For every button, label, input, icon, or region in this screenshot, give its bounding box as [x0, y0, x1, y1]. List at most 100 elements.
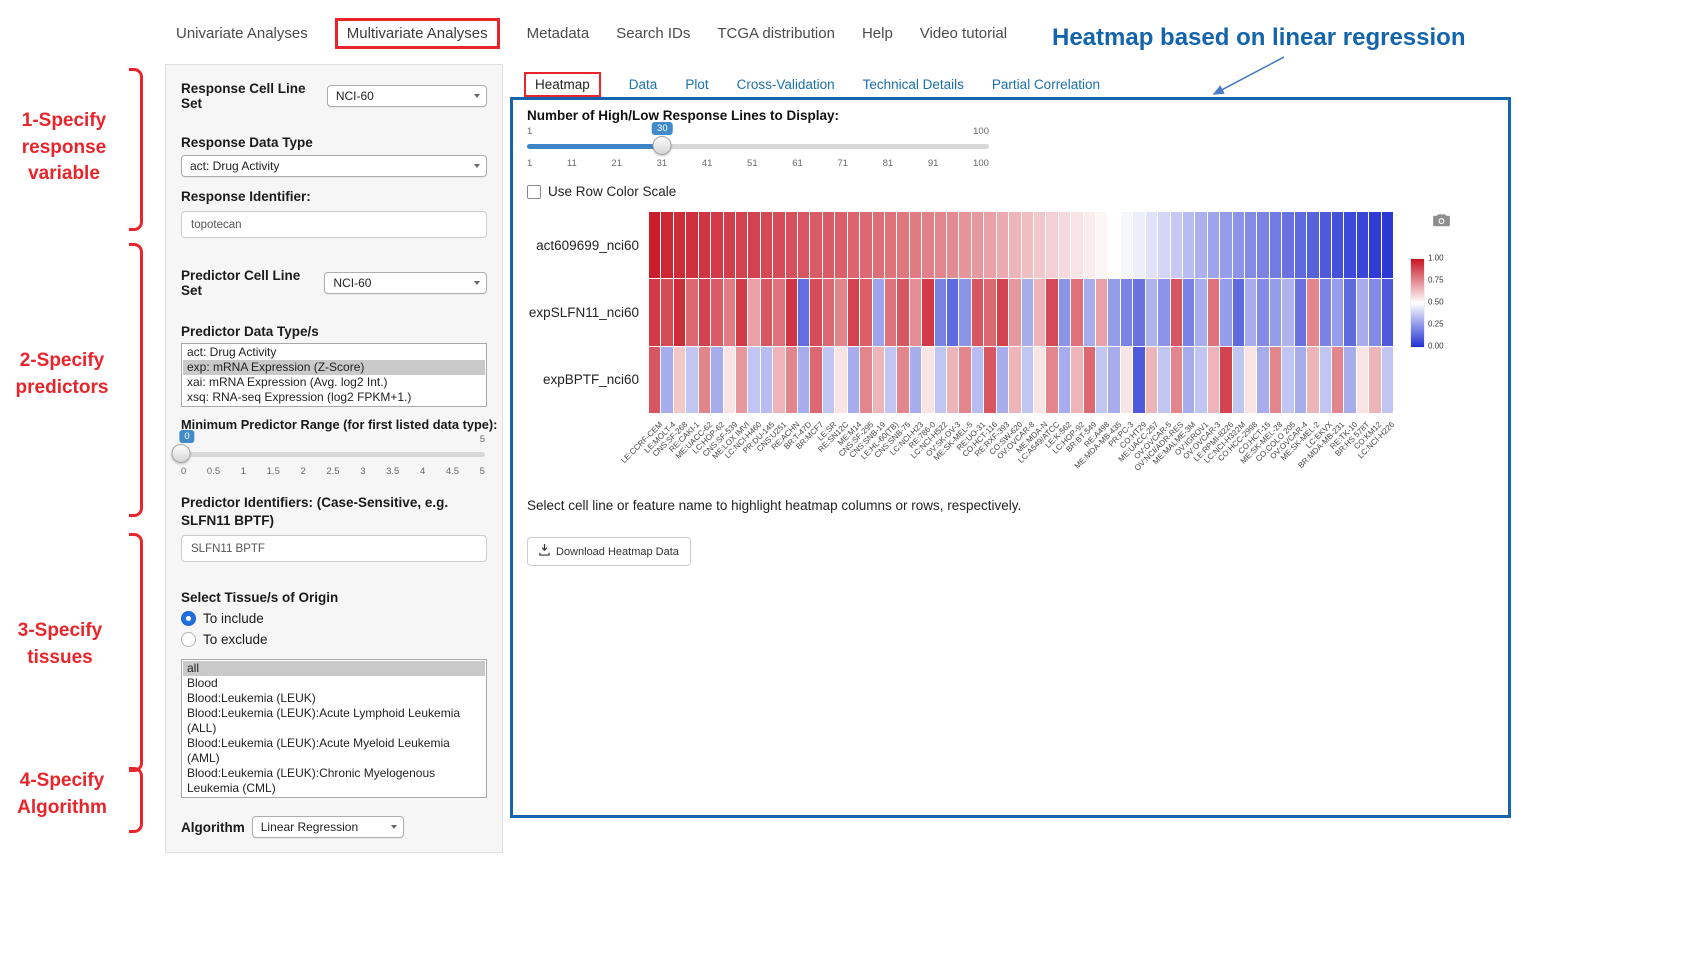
nav-item-help[interactable]: Help: [862, 25, 893, 42]
heatmap-cell[interactable]: [699, 347, 710, 413]
heatmap-cell[interactable]: [661, 347, 672, 413]
heatmap-cell[interactable]: [761, 347, 772, 413]
heatmap-cell[interactable]: [1096, 279, 1107, 345]
heatmap-cell[interactable]: [810, 347, 821, 413]
heatmap-cell[interactable]: [1046, 212, 1057, 278]
heatmap-cell[interactable]: [1270, 279, 1281, 345]
heatmap-cell[interactable]: [798, 347, 809, 413]
heatmap-cell[interactable]: [1382, 347, 1393, 413]
heatmap-cell[interactable]: [674, 279, 685, 345]
nav-item-video-tutorial[interactable]: Video tutorial: [920, 25, 1007, 42]
heatmap-cell[interactable]: [922, 347, 933, 413]
heatmap-cell[interactable]: [1183, 347, 1194, 413]
camera-icon[interactable]: [1433, 213, 1450, 232]
heatmap-cell[interactable]: [1022, 347, 1033, 413]
row-color-scale-checkbox[interactable]: [527, 185, 541, 199]
heatmap-cell[interactable]: [1146, 347, 1157, 413]
predictor-cell-line-set-select[interactable]: NCI-60: [324, 272, 487, 294]
download-heatmap-button[interactable]: Download Heatmap Data: [527, 537, 691, 566]
tab-technical-details[interactable]: Technical Details: [863, 77, 964, 92]
predictor-type-option[interactable]: act: Drug Activity: [183, 345, 485, 360]
radio-to-include[interactable]: To include: [181, 611, 487, 626]
heatmap-cell[interactable]: [1096, 347, 1107, 413]
heatmap-cell[interactable]: [810, 279, 821, 345]
heatmap-cell[interactable]: [761, 279, 772, 345]
heatmap-cell[interactable]: [984, 212, 995, 278]
heatmap-cell[interactable]: [1257, 347, 1268, 413]
heatmap-cell[interactable]: [1220, 212, 1231, 278]
heatmap-cell[interactable]: [885, 279, 896, 345]
heatmap-cell[interactable]: [1208, 212, 1219, 278]
heatmap-cell[interactable]: [748, 347, 759, 413]
heatmap-cell[interactable]: [860, 347, 871, 413]
heatmap-cell[interactable]: [947, 212, 958, 278]
heatmap-cell[interactable]: [1344, 212, 1355, 278]
tissue-option[interactable]: Blood: [183, 676, 485, 691]
heatmap-cell[interactable]: [873, 347, 884, 413]
heatmap-cell[interactable]: [922, 279, 933, 345]
heatmap-cell[interactable]: [736, 347, 747, 413]
heatmap-cell[interactable]: [1369, 212, 1380, 278]
heatmap-cell[interactable]: [1022, 279, 1033, 345]
heatmap-cell[interactable]: [823, 212, 834, 278]
heatmap-cell[interactable]: [1034, 279, 1045, 345]
tissue-option[interactable]: all: [183, 661, 485, 676]
heatmap-cell[interactable]: [1257, 279, 1268, 345]
heatmap-cell[interactable]: [885, 347, 896, 413]
heatmap-cell[interactable]: [1332, 212, 1343, 278]
predictor-identifiers-input[interactable]: [181, 535, 487, 562]
heatmap-cell[interactable]: [848, 279, 859, 345]
heatmap-cell[interactable]: [1084, 212, 1095, 278]
heatmap-cell[interactable]: [1233, 347, 1244, 413]
heatmap-cell[interactable]: [1220, 279, 1231, 345]
heatmap-cell[interactable]: [910, 279, 921, 345]
heatmap-cell[interactable]: [873, 212, 884, 278]
heatmap-cell[interactable]: [1034, 212, 1045, 278]
heatmap-cell[interactable]: [1195, 279, 1206, 345]
response-identifier-input[interactable]: [181, 211, 487, 238]
heatmap-cell[interactable]: [1158, 279, 1169, 345]
heatmap-cell[interactable]: [1183, 212, 1194, 278]
heatmap-cell[interactable]: [1195, 212, 1206, 278]
algorithm-select[interactable]: Linear Regression: [252, 816, 404, 838]
heatmap-cell[interactable]: [1034, 347, 1045, 413]
heatmap-cell[interactable]: [1320, 279, 1331, 345]
heatmap-cell[interactable]: [649, 212, 660, 278]
heatmap-cell[interactable]: [1195, 347, 1206, 413]
heatmap-cell[interactable]: [1171, 347, 1182, 413]
heatmap-cell[interactable]: [1084, 347, 1095, 413]
range-slider-track[interactable]: [181, 452, 485, 457]
nav-item-metadata[interactable]: Metadata: [527, 25, 590, 42]
heatmap-cell[interactable]: [984, 279, 995, 345]
heatmap-cell[interactable]: [1059, 212, 1070, 278]
lines-slider[interactable]: 1 100 30 1112131415161718191100: [527, 126, 989, 174]
heatmap-cell[interactable]: [1270, 347, 1281, 413]
heatmap-cell[interactable]: [1245, 279, 1256, 345]
response-cell-line-set-select[interactable]: NCI-60: [327, 85, 487, 107]
tab-partial-correlation[interactable]: Partial Correlation: [992, 77, 1100, 92]
heatmap-cell[interactable]: [1009, 212, 1020, 278]
heatmap-cell[interactable]: [1357, 347, 1368, 413]
heatmap-cell[interactable]: [1233, 212, 1244, 278]
heatmap-cell[interactable]: [984, 347, 995, 413]
heatmap-cell[interactable]: [1295, 212, 1306, 278]
heatmap-cell[interactable]: [1282, 347, 1293, 413]
row-color-scale-row[interactable]: Use Row Color Scale: [527, 184, 676, 199]
heatmap-cell[interactable]: [935, 279, 946, 345]
heatmap-cell[interactable]: [1282, 212, 1293, 278]
heatmap-cell[interactable]: [711, 347, 722, 413]
heatmap-cell[interactable]: [972, 279, 983, 345]
heatmap-cell[interactable]: [748, 212, 759, 278]
heatmap-cell[interactable]: [661, 212, 672, 278]
heatmap-cell[interactable]: [1071, 347, 1082, 413]
heatmap-cell[interactable]: [1357, 212, 1368, 278]
heatmap-cell[interactable]: [699, 279, 710, 345]
heatmap-cell[interactable]: [897, 279, 908, 345]
heatmap-cell[interactable]: [885, 212, 896, 278]
heatmap-cell[interactable]: [674, 347, 685, 413]
heatmap-cell[interactable]: [1382, 212, 1393, 278]
heatmap-cell[interactable]: [1158, 212, 1169, 278]
heatmap-cell[interactable]: [1295, 347, 1306, 413]
heatmap-cell[interactable]: [798, 279, 809, 345]
heatmap-cell[interactable]: [860, 212, 871, 278]
